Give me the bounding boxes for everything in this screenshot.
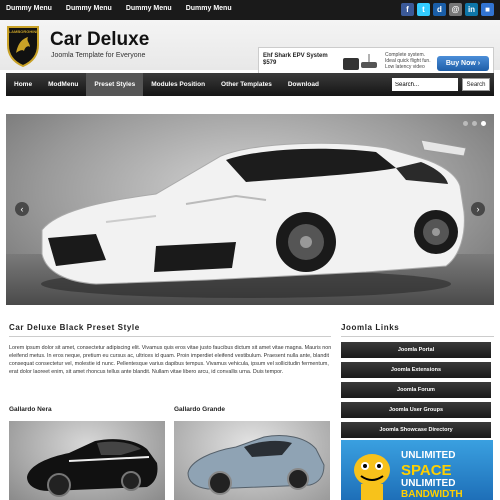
banner-text: UNLIMITED bbox=[401, 478, 456, 489]
nav-item-preset-styles[interactable]: Preset Styles bbox=[86, 73, 144, 96]
site-tagline: Joomla Template for Everyone bbox=[51, 52, 146, 59]
top-menu-item[interactable]: Dummy Menu bbox=[126, 5, 172, 12]
digg-icon[interactable]: d bbox=[433, 3, 446, 16]
nav-items: Home ModMenu Preset Styles Modules Posit… bbox=[6, 73, 327, 96]
article-text: Lorem ipsum dolor sit amet, consectetur … bbox=[9, 345, 332, 375]
twitter-icon[interactable]: t bbox=[417, 3, 430, 16]
sidebar-link-joomla-user-groups[interactable]: Joomla User Groups bbox=[341, 402, 491, 418]
buy-now-button[interactable]: Buy Now › bbox=[437, 56, 489, 71]
mascot-image bbox=[354, 454, 390, 500]
top-menu: Dummy Menu Dummy Menu Dummy Menu Dummy M… bbox=[6, 5, 232, 12]
social-icons: f t d @ in ■ bbox=[401, 3, 494, 16]
top-menu-item[interactable]: Dummy Menu bbox=[66, 5, 112, 12]
top-bar: Dummy Menu Dummy Menu Dummy Menu Dummy M… bbox=[0, 0, 500, 20]
thumb-title-nera[interactable]: Gallardo Nera bbox=[9, 406, 52, 413]
lamborghini-logo[interactable]: LAMBORGHINI bbox=[6, 25, 40, 67]
nav-item-modmenu[interactable]: ModMenu bbox=[40, 73, 86, 96]
sidebar-link-joomla-portal[interactable]: Joomla Portal bbox=[341, 342, 491, 358]
banner-text: UNLIMITED bbox=[401, 450, 456, 461]
sidebar-link-joomla-forum[interactable]: Joomla Forum bbox=[341, 382, 491, 398]
ad-product-text: Ehf Shark EPV System $579 bbox=[263, 53, 328, 66]
hero-car-image bbox=[41, 139, 466, 298]
ad-blurb: Complete system. Ideal quick flight fun.… bbox=[385, 52, 431, 70]
nav-item-home[interactable]: Home bbox=[6, 73, 40, 96]
hero-slider[interactable]: ‹ › bbox=[6, 114, 494, 305]
divider bbox=[341, 336, 494, 337]
article-title: Car Deluxe Black Preset Style bbox=[9, 323, 140, 332]
nav-item-modules-position[interactable]: Modules Position bbox=[143, 73, 213, 96]
thumb-title-grande[interactable]: Gallardo Grande bbox=[174, 406, 225, 413]
chevron-right-icon: › bbox=[477, 60, 481, 67]
slider-prev-button[interactable]: ‹ bbox=[15, 202, 29, 216]
buy-now-label: Buy Now bbox=[445, 60, 476, 67]
main-nav: Home ModMenu Preset Styles Modules Posit… bbox=[6, 73, 494, 96]
banner-text: SPACE bbox=[401, 462, 452, 479]
facebook-icon[interactable]: f bbox=[401, 3, 414, 16]
hosting-banner[interactable]: UNLIMITED SPACE UNLIMITED BANDWIDTH bbox=[341, 440, 493, 500]
svg-text:LAMBORGHINI: LAMBORGHINI bbox=[9, 29, 38, 34]
slider-dot-active[interactable] bbox=[481, 121, 486, 126]
thumb-image-grande[interactable] bbox=[174, 421, 330, 500]
sidebar-link-joomla-showcase[interactable]: Joomla Showcase Directory bbox=[341, 422, 491, 438]
nav-item-other-templates[interactable]: Other Templates bbox=[213, 73, 280, 96]
sidebar-link-joomla-extensions[interactable]: Joomla Extensions bbox=[341, 362, 491, 378]
site-header: LAMBORGHINI Car Deluxe Joomla Template f… bbox=[0, 20, 500, 80]
slider-dots bbox=[463, 121, 486, 126]
slider-dot[interactable] bbox=[463, 121, 468, 126]
search-button[interactable]: Search bbox=[462, 78, 490, 91]
email-icon[interactable]: @ bbox=[449, 3, 462, 16]
sidebar-title: Joomla Links bbox=[341, 323, 400, 332]
search-input[interactable] bbox=[392, 78, 458, 91]
top-menu-item[interactable]: Dummy Menu bbox=[186, 5, 232, 12]
linkedin-icon[interactable]: in bbox=[465, 3, 478, 16]
banner-text: BANDWIDTH bbox=[401, 489, 463, 500]
silver-car-image bbox=[187, 435, 325, 495]
slider-dot[interactable] bbox=[472, 121, 477, 126]
site-title[interactable]: Car Deluxe bbox=[50, 29, 149, 51]
divider bbox=[9, 336, 331, 337]
thumb-image-nera[interactable] bbox=[9, 421, 165, 500]
delicious-icon[interactable]: ■ bbox=[481, 3, 494, 16]
slider-next-button[interactable]: › bbox=[471, 202, 485, 216]
nav-item-download[interactable]: Download bbox=[280, 73, 327, 96]
black-car-image bbox=[27, 439, 158, 497]
top-menu-item[interactable]: Dummy Menu bbox=[6, 5, 52, 12]
sidebar-links: Joomla Portal Joomla Extensions Joomla F… bbox=[341, 342, 491, 442]
